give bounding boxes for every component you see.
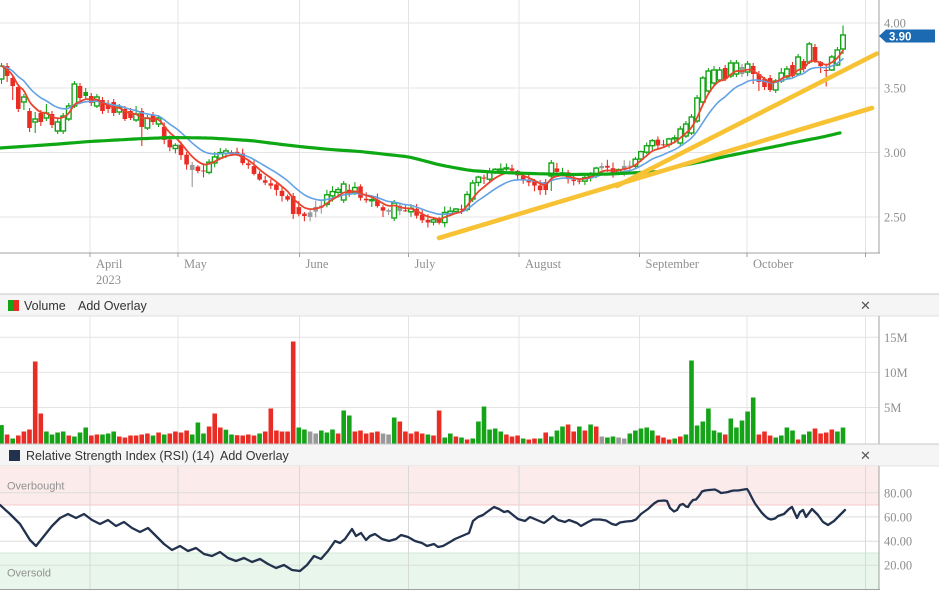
svg-text:Overbought: Overbought <box>7 481 64 493</box>
svg-text:Volume: Volume <box>24 299 66 313</box>
svg-text:May: May <box>184 257 208 271</box>
svg-text:✕: ✕ <box>860 448 871 463</box>
svg-text:October: October <box>753 257 794 271</box>
svg-text:✕: ✕ <box>860 298 871 313</box>
svg-text:2023: 2023 <box>96 273 121 287</box>
svg-text:2.50: 2.50 <box>884 211 906 225</box>
svg-text:5M: 5M <box>884 401 901 415</box>
svg-text:10M: 10M <box>884 366 908 380</box>
svg-text:3.90: 3.90 <box>889 32 911 44</box>
svg-text:September: September <box>646 257 700 271</box>
svg-text:60.00: 60.00 <box>884 510 912 524</box>
svg-text:15M: 15M <box>884 331 908 345</box>
svg-text:April: April <box>96 257 123 271</box>
svg-text:Add Overlay: Add Overlay <box>220 449 290 463</box>
svg-text:July: July <box>415 257 437 271</box>
svg-text:Add Overlay: Add Overlay <box>78 299 148 313</box>
svg-text:3.50: 3.50 <box>884 82 906 96</box>
svg-text:40.00: 40.00 <box>884 535 912 549</box>
svg-text:80.00: 80.00 <box>884 486 912 500</box>
svg-text:August: August <box>525 257 562 271</box>
svg-text:3.00: 3.00 <box>884 146 906 160</box>
svg-text:4.00: 4.00 <box>884 17 906 31</box>
svg-text:Oversold: Oversold <box>7 568 51 580</box>
svg-text:June: June <box>306 257 329 271</box>
svg-text:Relative Strength Index (RSI): Relative Strength Index (RSI) (14) <box>26 449 214 463</box>
svg-text:20.00: 20.00 <box>884 559 912 573</box>
